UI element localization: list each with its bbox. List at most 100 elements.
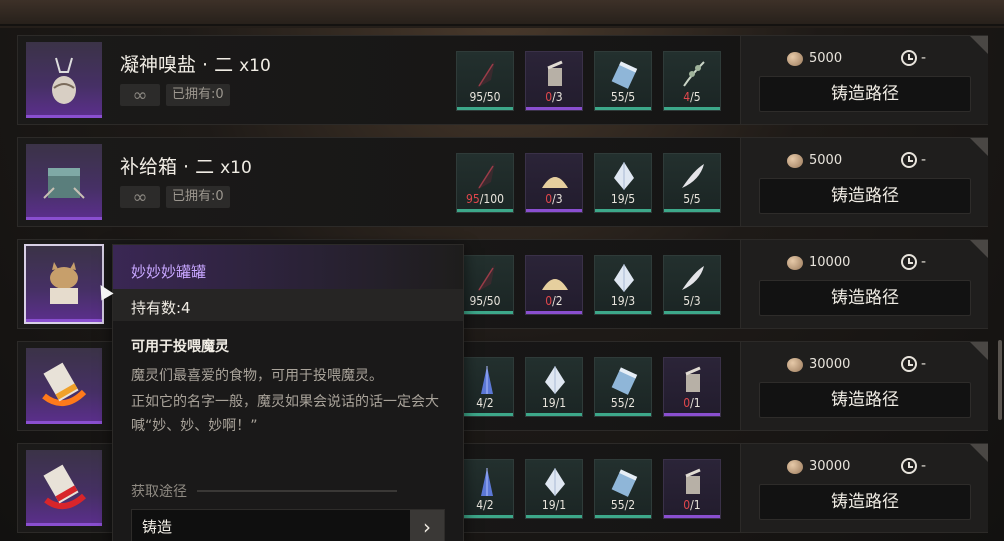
material-count: 4/5 bbox=[664, 90, 720, 104]
crystal-vial-icon bbox=[609, 364, 639, 396]
material-need: /1 bbox=[690, 396, 701, 410]
material-slot[interactable]: 55/2 bbox=[594, 459, 652, 519]
material-slot[interactable]: 5/3 bbox=[663, 255, 721, 315]
material-count: 4/2 bbox=[457, 396, 513, 410]
tooltip-route-button[interactable]: 铸造 › bbox=[131, 509, 445, 541]
forge-path-button[interactable]: 铸造路径 bbox=[759, 280, 971, 316]
item-name: 补给箱 · 二 bbox=[120, 156, 215, 178]
coin-icon bbox=[787, 255, 803, 270]
material-need: /2 bbox=[552, 294, 563, 308]
material-count: 4/2 bbox=[457, 498, 513, 512]
item-meta: ∞ 已拥有:0 bbox=[120, 84, 230, 106]
powder-jar-icon bbox=[540, 58, 570, 90]
coin-icon bbox=[787, 153, 803, 168]
material-need: /5 bbox=[690, 90, 701, 104]
item-quantity: x10 bbox=[220, 158, 252, 178]
material-slot[interactable]: 0/2 bbox=[525, 255, 583, 315]
recipe-row[interactable]: 补给箱 · 二 x10 ∞ 已拥有:0 95/100 0/3 19/5 5/5 500… bbox=[17, 137, 988, 227]
recipe-row[interactable]: 凝神嗅盐 · 二 x10 ∞ 已拥有:0 95/50 0/3 55/5 4/5 500… bbox=[17, 35, 988, 125]
item-art bbox=[34, 254, 94, 311]
rarity-bar bbox=[595, 107, 651, 110]
forge-path-button[interactable]: 铸造路径 bbox=[759, 484, 971, 520]
forge-cost: 30000 bbox=[787, 357, 850, 372]
material-have: 19 bbox=[610, 294, 625, 308]
blue-crystal-icon bbox=[471, 364, 501, 396]
material-slot[interactable]: 4/2 bbox=[456, 357, 514, 417]
material-need: /3 bbox=[690, 294, 701, 308]
forge-path-button[interactable]: 铸造路径 bbox=[759, 382, 971, 418]
powder-jar-icon bbox=[678, 466, 708, 498]
tooltip-subtitle: 可用于投喂魔灵 bbox=[131, 339, 229, 355]
sand-pile-icon bbox=[540, 262, 570, 294]
material-slot[interactable]: 95/50 bbox=[456, 255, 514, 315]
material-need: /2 bbox=[624, 396, 636, 410]
material-have: 95 bbox=[469, 90, 484, 104]
tooltip-owned-count: 持有数:4 bbox=[113, 289, 463, 321]
material-slot[interactable]: 55/2 bbox=[594, 357, 652, 417]
tooltip-desc-line: 魔灵们最喜爱的食物，可用于投喂魔灵。 bbox=[131, 368, 383, 384]
paint-tube-orange-icon[interactable] bbox=[26, 348, 102, 424]
cost-value: 10000 bbox=[809, 255, 851, 270]
material-slot[interactable]: 95/50 bbox=[456, 51, 514, 111]
scrollbar[interactable] bbox=[998, 340, 1002, 420]
rarity-bar bbox=[664, 209, 720, 212]
material-need: /5 bbox=[624, 90, 636, 104]
material-count: 95/50 bbox=[457, 90, 513, 104]
item-art bbox=[34, 152, 94, 209]
rarity-bar bbox=[664, 515, 720, 518]
material-slot[interactable]: 19/1 bbox=[525, 459, 583, 519]
material-slot[interactable]: 19/1 bbox=[525, 357, 583, 417]
clock-icon bbox=[901, 50, 917, 66]
supply-crate-icon[interactable] bbox=[26, 144, 102, 220]
material-need: /1 bbox=[555, 498, 567, 512]
material-count: 55/2 bbox=[595, 498, 651, 512]
material-have: 55 bbox=[610, 498, 625, 512]
material-slot[interactable]: 0/1 bbox=[663, 357, 721, 417]
material-slot[interactable]: 0/1 bbox=[663, 459, 721, 519]
material-need: /5 bbox=[690, 192, 701, 206]
infinity-icon: ∞ bbox=[120, 186, 160, 208]
cat-food-can-icon[interactable] bbox=[24, 244, 104, 324]
material-slot[interactable]: 4/5 bbox=[663, 51, 721, 111]
tooltip-title: 妙妙妙罐罐 bbox=[113, 245, 463, 289]
rarity-bar bbox=[664, 413, 720, 416]
forge-cost: 10000 bbox=[787, 255, 850, 270]
tooltip-source-header: 获取途径 bbox=[131, 481, 397, 501]
chevron-right-icon[interactable]: › bbox=[410, 510, 444, 541]
clock-icon bbox=[901, 356, 917, 372]
silver-leaf-icon bbox=[678, 262, 708, 294]
paint-tube-red-icon[interactable] bbox=[26, 450, 102, 526]
powder-jar-icon bbox=[678, 364, 708, 396]
material-slot[interactable]: 19/3 bbox=[594, 255, 652, 315]
material-count: 19/3 bbox=[595, 294, 651, 308]
forge-path-button[interactable]: 铸造路径 bbox=[759, 178, 971, 214]
smelling-salt-icon[interactable] bbox=[26, 42, 102, 118]
material-slot[interactable]: 19/5 bbox=[594, 153, 652, 213]
time-value: - bbox=[921, 458, 927, 474]
material-need: /2 bbox=[483, 396, 494, 410]
material-list: 95/50 0/2 19/3 5/3 bbox=[456, 255, 721, 315]
material-need: /50 bbox=[483, 294, 501, 308]
silver-leaf-icon bbox=[678, 160, 708, 192]
material-slot[interactable]: 0/3 bbox=[525, 51, 583, 111]
item-title: 凝神嗅盐 · 二 x10 bbox=[120, 50, 271, 77]
material-slot[interactable]: 4/2 bbox=[456, 459, 514, 519]
material-slot[interactable]: 5/5 bbox=[663, 153, 721, 213]
item-art bbox=[34, 356, 94, 413]
tooltip-description: 魔灵们最喜爱的食物，可用于投喂魔灵。 正如它的名字一般，魔灵如果会说话的话一定会… bbox=[113, 356, 463, 438]
material-slot[interactable]: 0/3 bbox=[525, 153, 583, 213]
material-count: 19/1 bbox=[526, 396, 582, 410]
material-need: /3 bbox=[624, 294, 636, 308]
material-slot[interactable]: 95/100 bbox=[456, 153, 514, 213]
material-need: /50 bbox=[483, 90, 501, 104]
material-need: /100 bbox=[479, 192, 504, 206]
material-slot[interactable]: 55/5 bbox=[594, 51, 652, 111]
tooltip-source-label: 获取途径 bbox=[131, 484, 187, 500]
forge-path-button[interactable]: 铸造路径 bbox=[759, 76, 971, 112]
coin-icon bbox=[787, 357, 803, 372]
cost-value: 30000 bbox=[809, 459, 851, 474]
material-have: 19 bbox=[541, 498, 556, 512]
crystal-vial-icon bbox=[609, 466, 639, 498]
rarity-bar bbox=[595, 413, 651, 416]
rarity-bar bbox=[664, 311, 720, 314]
